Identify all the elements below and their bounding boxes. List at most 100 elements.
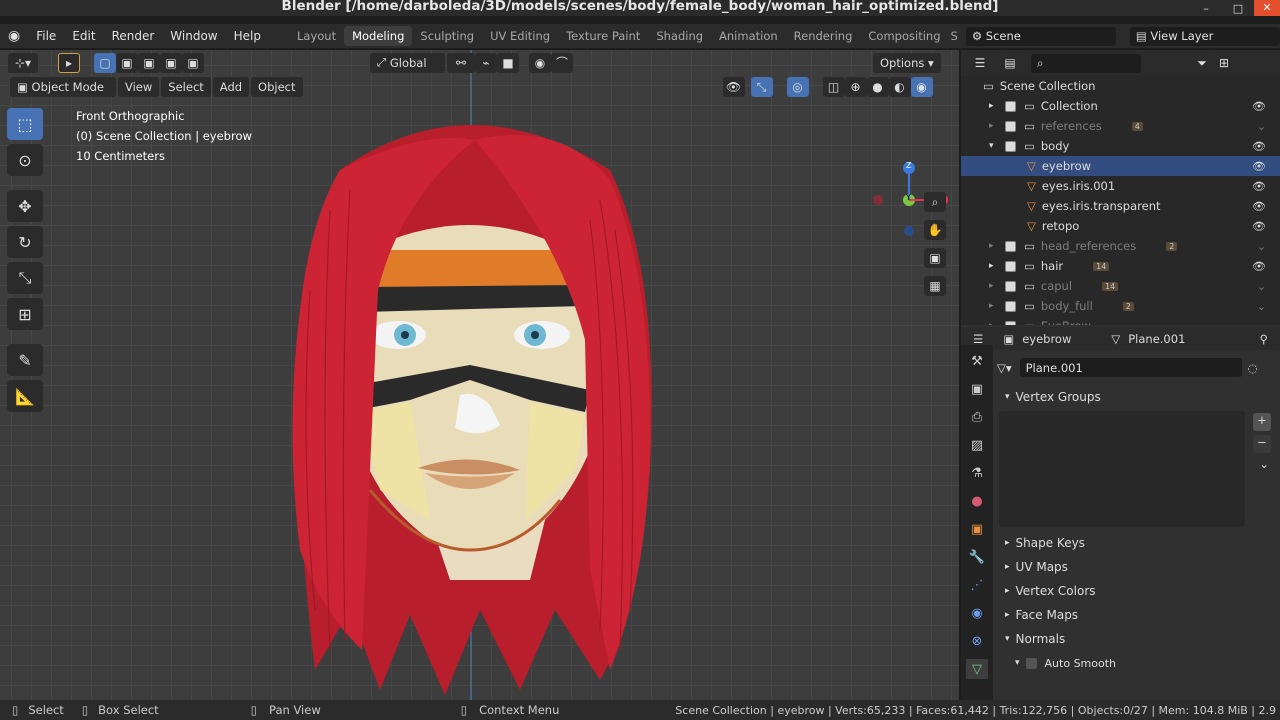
visibility-icon[interactable]: 👁	[722, 77, 745, 97]
annotate-tool-icon[interactable]: ✎	[7, 344, 43, 376]
exclude-checkbox[interactable]	[1005, 300, 1016, 312]
property-section[interactable]: ▸ Face Maps	[993, 603, 1280, 627]
select-mode-intersect-icon[interactable]: ▣	[182, 52, 204, 73]
visibility-eye-icon[interactable]: 👁	[1252, 180, 1266, 193]
exclude-checkbox[interactable]	[1005, 320, 1016, 325]
hand-icon[interactable]: ✋	[924, 220, 946, 240]
pin-icon[interactable]: ⚲	[1260, 332, 1268, 346]
camera-icon[interactable]: ▣	[924, 248, 946, 268]
rotate-tool-icon[interactable]: ↻	[7, 226, 43, 258]
expand-arrow-icon[interactable]: ▸	[989, 241, 1005, 251]
gizmo-toggle-icon[interactable]: ⤡	[750, 77, 773, 97]
tab-rendering[interactable]: Rendering	[786, 26, 861, 46]
overlay-toggle-icon[interactable]: ◎	[786, 77, 809, 97]
close-button[interactable]: ✕	[1254, 0, 1280, 16]
wireframe-shading-icon[interactable]: ⊕	[844, 77, 867, 97]
scene-selector[interactable]: ⚙ Scene	[965, 26, 1116, 46]
tab-animation[interactable]: Animation	[711, 26, 786, 46]
menu-edit[interactable]: Edit	[64, 29, 103, 43]
solid-shading-icon[interactable]: ●	[866, 77, 889, 97]
minimize-button[interactable]: –	[1190, 2, 1222, 15]
tool-properties-icon[interactable]: ⚒	[966, 351, 988, 371]
select-mode-extend-icon[interactable]: ▣	[116, 52, 138, 73]
output-properties-icon[interactable]: ⎙	[966, 407, 988, 427]
tab-scripting[interactable]: S	[949, 26, 960, 46]
transform-orientation[interactable]: ⤢ Global	[370, 52, 445, 73]
outliner-root[interactable]: ▭ Scene Collection	[961, 76, 1280, 96]
exclude-checkbox[interactable]	[1005, 240, 1016, 252]
modifier-properties-icon[interactable]: 🔧	[966, 547, 988, 567]
remove-vertex-group-button[interactable]: −	[1253, 435, 1271, 453]
visibility-eye-icon[interactable]: ⌄	[1257, 320, 1266, 326]
move-tool-icon[interactable]: ✥	[7, 190, 43, 222]
outliner-search-input[interactable]: ⌕	[1031, 53, 1141, 73]
property-section[interactable]: ▸ UV Maps	[993, 555, 1280, 579]
tab-compositing[interactable]: Compositing	[860, 26, 948, 46]
falloff-icon[interactable]: ⌒	[551, 52, 573, 73]
tab-layout[interactable]: Layout	[289, 26, 344, 46]
filter-icon[interactable]: ⏷	[1191, 53, 1213, 73]
measure-tool-icon[interactable]: 📐	[7, 380, 43, 412]
add-vertex-group-button[interactable]: +	[1253, 413, 1271, 431]
object-properties-icon[interactable]: ▣	[966, 519, 988, 539]
pivot-icon[interactable]: ⚯	[447, 52, 475, 73]
visibility-eye-icon[interactable]: 👁	[1252, 100, 1266, 113]
exclude-checkbox[interactable]	[1005, 100, 1016, 112]
property-section[interactable]: ▸ Shape Keys	[993, 531, 1280, 555]
select-mode-subtract-icon[interactable]: ▣	[138, 52, 160, 73]
select-tool-icon[interactable]: ▸	[58, 52, 80, 73]
maximize-button[interactable]: □	[1222, 2, 1254, 15]
visibility-eye-icon[interactable]: 👁	[1252, 200, 1266, 213]
property-section[interactable]: ▾ Normals	[993, 627, 1280, 651]
outliner-editor-icon[interactable]: ☰	[969, 53, 991, 73]
fake-user-icon[interactable]: ◌	[1248, 361, 1258, 375]
mesh-data-tab-icon[interactable]: ▽	[966, 659, 988, 679]
select-mode-invert-icon[interactable]: ▣	[160, 52, 182, 73]
expand-arrow-icon[interactable]: ▾	[989, 141, 1005, 151]
select-box-tool-icon[interactable]: ⬚	[7, 108, 43, 140]
display-mode-icon[interactable]: ▤	[999, 53, 1021, 73]
menu-window[interactable]: Window	[162, 29, 225, 43]
menu-file[interactable]: File	[28, 29, 64, 43]
data-block-name[interactable]: Plane.001	[1019, 358, 1242, 377]
viewport-menu-add[interactable]: Add	[212, 77, 250, 97]
visibility-eye-icon[interactable]: ⌄	[1257, 120, 1266, 133]
tab-sculpting[interactable]: Sculpting	[412, 26, 482, 46]
outliner-row[interactable]: ▸ ▭ Collection 👁	[961, 96, 1280, 116]
tab-shading[interactable]: Shading	[648, 26, 711, 46]
blender-logo-icon[interactable]: ◉	[0, 28, 28, 44]
grid-icon[interactable]: ▦	[924, 276, 946, 296]
chevron-down-icon[interactable]: ⌄	[1259, 457, 1269, 471]
outliner-row[interactable]: ▸ ▭ capul 14 ⌄	[961, 276, 1280, 296]
visibility-eye-icon[interactable]: ⌄	[1257, 300, 1266, 313]
outliner-row[interactable]: ▾ ▭ body 👁	[961, 136, 1280, 156]
transform-tool-icon[interactable]: ⊞	[7, 298, 43, 330]
outliner[interactable]: ☰ ▤ ⌕ ⏷ ⊞ ▭ Scene Collection ▸ ▭ Collectio…	[961, 50, 1280, 325]
viewport-menu-view[interactable]: View	[118, 77, 160, 97]
outliner-row[interactable]: ▸ ▭ body_full 2 ⌄	[961, 296, 1280, 316]
visibility-eye-icon[interactable]: ⌄	[1257, 240, 1266, 253]
expand-arrow-icon[interactable]: ▸	[989, 101, 1005, 111]
scene-properties-icon[interactable]: ⚗	[966, 463, 988, 483]
property-section[interactable]: ▸ Vertex Colors	[993, 579, 1280, 603]
exclude-checkbox[interactable]	[1005, 280, 1016, 292]
viewport-menu-select[interactable]: Select	[161, 77, 211, 97]
render-properties-icon[interactable]: ▣	[966, 379, 988, 399]
visibility-eye-icon[interactable]: 👁	[1252, 140, 1266, 153]
proportional-icon[interactable]: ◉	[529, 52, 551, 73]
exclude-checkbox[interactable]	[1005, 120, 1016, 132]
expand-arrow-icon[interactable]: ▸	[989, 261, 1005, 271]
outliner-row[interactable]: ▸ ▭ EyeBrow ⌄	[961, 316, 1280, 325]
property-section[interactable]: ▾ Vertex Groups	[993, 385, 1280, 409]
outliner-row[interactable]: ▽ retopo 👁	[961, 216, 1280, 236]
scale-tool-icon[interactable]: ⤡	[7, 262, 43, 294]
expand-arrow-icon[interactable]: ▸	[989, 321, 1005, 325]
tab-texture-paint[interactable]: Texture Paint	[558, 26, 648, 46]
visibility-eye-icon[interactable]: 👁	[1252, 220, 1266, 233]
outliner-row[interactable]: ▸ ▭ head_references 2 ⌄	[961, 236, 1280, 256]
view-layer-icon[interactable]: ▨	[966, 435, 988, 455]
visibility-eye-icon[interactable]: 👁	[1252, 260, 1266, 273]
visibility-eye-icon[interactable]: ⌄	[1257, 280, 1266, 293]
cursor-tool-icon[interactable]: ⊙	[7, 144, 43, 176]
auto-smooth-checkbox[interactable]	[1025, 657, 1037, 669]
